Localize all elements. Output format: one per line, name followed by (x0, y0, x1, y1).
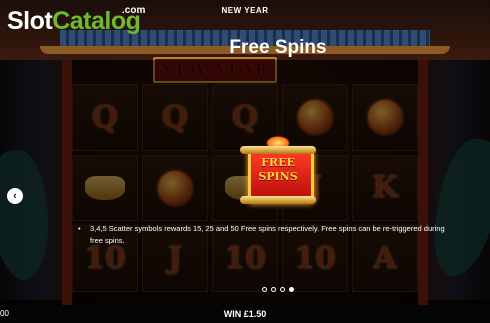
scatter-line-1: FREE (261, 156, 295, 169)
page-dot[interactable] (271, 287, 276, 292)
page-dot[interactable] (280, 287, 285, 292)
scatter-line-2: SPINS (258, 170, 298, 183)
bullet: • (78, 224, 81, 233)
info-text-block: • 3,4,5 Scatter symbols rewards 15, 25 a… (78, 223, 450, 247)
scroll-rod-bottom (240, 196, 316, 204)
bottom-bar: 00 WIN £1.50 (0, 305, 490, 323)
game-name: NEW YEAR (221, 6, 269, 15)
page-dot[interactable] (262, 287, 267, 292)
scatter-label: FREE SPINS (248, 156, 308, 184)
page-indicator (262, 287, 294, 292)
win-amount: £1.50 (243, 309, 267, 319)
previous-page-button[interactable]: ‹ (7, 188, 23, 204)
scatter-symbol: FREE SPINS (238, 136, 318, 210)
scroll-rod-top (240, 146, 316, 154)
win-label: WIN (223, 309, 242, 319)
game-screen: NEW YEAR Q Q Q J K 10 J 10 10 A SlotCatalog .com … (0, 0, 490, 323)
info-text: 3,4,5 Scatter symbols rewards 15, 25 and… (90, 224, 445, 245)
win-display: WIN £1.50 (0, 309, 490, 319)
page-dot[interactable] (289, 287, 294, 292)
page-title: Free Spins (229, 37, 327, 58)
